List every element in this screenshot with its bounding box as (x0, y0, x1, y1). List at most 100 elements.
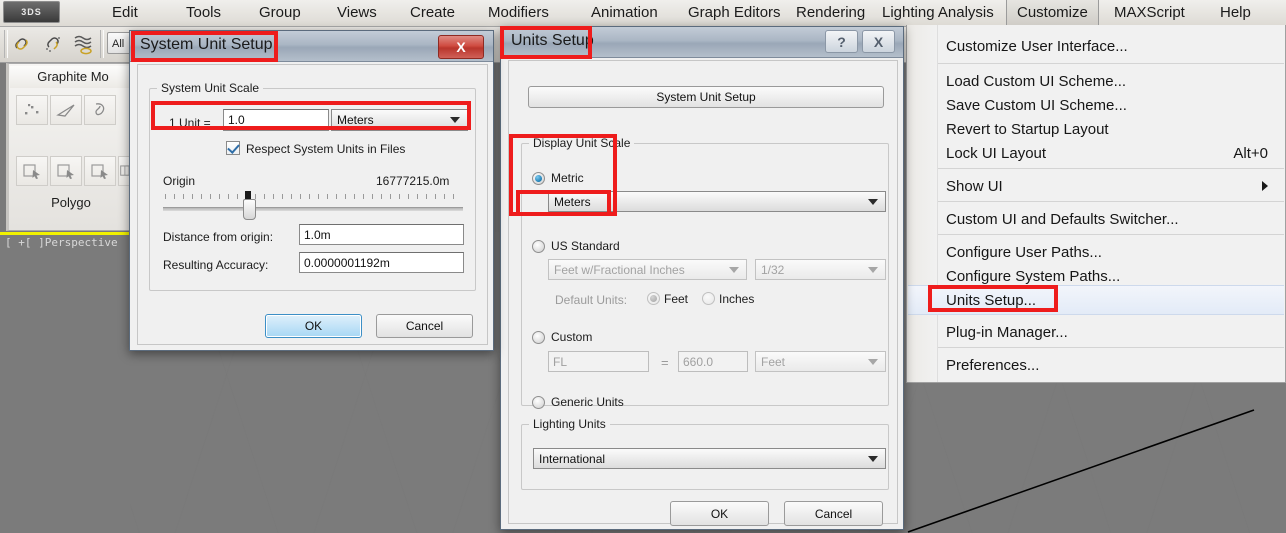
toolbar-separator (4, 30, 8, 58)
customize-dropdown-menu: Customize User Interface... Load Custom … (906, 25, 1286, 383)
menu-group[interactable]: Group (249, 0, 311, 26)
menu-help[interactable]: Help (1210, 0, 1261, 26)
menu-item-units-setup[interactable]: Units Setup... (908, 285, 1284, 315)
units-ok-button[interactable]: OK (670, 501, 769, 526)
label-generic-units: Generic Units (551, 395, 624, 409)
menu-item-label: Custom UI and Defaults Switcher... (946, 210, 1179, 228)
toolbar-separator-2 (100, 30, 104, 58)
menu-customize[interactable]: Customize (1006, 0, 1099, 26)
menu-separator (938, 234, 1284, 235)
lighting-units-legend: Lighting Units (529, 417, 610, 431)
menu-create[interactable]: Create (400, 0, 465, 26)
system-unit-scale-legend: System Unit Scale (157, 81, 264, 95)
viewport-label: [ +[ ]Perspective (5, 236, 118, 249)
link-icon[interactable] (10, 32, 36, 56)
menu-lighting-analysis[interactable]: Lighting Analysis (872, 0, 1004, 26)
chevron-down-icon (729, 266, 739, 273)
origin-slider-thumb[interactable] (243, 199, 256, 220)
custom-unit-base-combo[interactable]: Feet (755, 351, 886, 372)
chevron-down-icon (868, 358, 878, 365)
help-button[interactable]: ? (825, 30, 858, 53)
us-standard-format-combo[interactable]: Feet w/Fractional Inches (548, 259, 747, 280)
radio-default-feet[interactable] (647, 292, 660, 305)
value-origin: 16777215.0m (376, 174, 450, 188)
menu-item-label: Preferences... (946, 356, 1040, 374)
ribbon-select-box-2-button[interactable] (50, 156, 82, 186)
resulting-accuracy-input[interactable]: 0.0000001192m (299, 252, 464, 273)
menu-edit[interactable]: Edit (102, 0, 148, 26)
us-standard-fraction-combo[interactable]: 1/32 (755, 259, 886, 280)
radio-default-inches[interactable] (702, 292, 715, 305)
menu-item-label: Revert to Startup Layout (946, 120, 1109, 138)
radio-us-standard[interactable] (532, 240, 545, 253)
label-respect-system-units: Respect System Units in Files (246, 142, 406, 156)
chevron-down-icon (868, 198, 878, 205)
menu-graph-editors[interactable]: Graph Editors (678, 0, 791, 26)
us-standard-format-value: Feet w/Fractional Inches (554, 262, 685, 277)
label-distance-from-origin: Distance from origin: (163, 230, 274, 244)
chevron-down-icon (450, 117, 460, 123)
menu-item-plug-in-manager[interactable]: Plug-in Manager... (908, 317, 1284, 347)
menubar: 3DS Edit Tools Group Views Create Modifi… (0, 0, 1286, 27)
menu-animation[interactable]: Animation (581, 0, 668, 26)
menu-separator (938, 347, 1284, 348)
menu-tools[interactable]: Tools (176, 0, 231, 26)
metric-unit-combo-value: Meters (554, 194, 591, 209)
app-logo[interactable]: 3DS (3, 1, 60, 23)
origin-slider-ticks (165, 194, 461, 199)
menu-item-label: Units Setup... (946, 291, 1037, 309)
menu-modifiers[interactable]: Modifiers (478, 0, 559, 26)
display-unit-scale-legend: Display Unit Scale (529, 136, 635, 150)
system-unit-value-input[interactable]: 1.0 (223, 109, 329, 131)
units-cancel-button[interactable]: Cancel (784, 501, 883, 526)
menu-item-label: Configure System Paths... (946, 267, 1121, 285)
custom-unit-name-input[interactable]: FL (548, 351, 649, 372)
lighting-units-combo[interactable]: International (533, 448, 886, 469)
system-unit-setup-button[interactable]: System Unit Setup (528, 86, 884, 108)
menu-item-custom-ui-and-defaults-switcher[interactable]: Custom UI and Defaults Switcher... (908, 204, 1284, 234)
system-unit-setup-titlebar[interactable]: System Unit Setup X (130, 31, 493, 62)
menu-item-lock-ui-layout[interactable]: Lock UI Layout Alt+0 (908, 138, 1284, 168)
radio-metric[interactable] (532, 172, 545, 185)
origin-slider-marker (245, 191, 251, 199)
system-unit-cancel-button[interactable]: Cancel (376, 314, 473, 338)
unlink-icon[interactable] (41, 32, 67, 56)
bind-to-space-warp-icon[interactable] (72, 32, 98, 56)
radio-generic-units[interactable] (532, 396, 545, 409)
ribbon-select-box-button[interactable] (16, 156, 48, 186)
respect-system-units-checkbox[interactable] (226, 141, 240, 155)
label-origin: Origin (163, 174, 196, 188)
menu-views[interactable]: Views (327, 0, 387, 26)
ribbon-vertex-button[interactable] (16, 95, 48, 125)
system-unit-type-value: Meters (337, 113, 374, 127)
system-unit-ok-button[interactable]: OK (265, 314, 362, 338)
ribbon-element-button[interactable] (84, 95, 116, 125)
units-setup-titlebar[interactable]: Units Setup ? X (501, 27, 903, 58)
menu-maxscript[interactable]: MAXScript (1104, 0, 1195, 26)
chevron-down-icon (868, 266, 878, 273)
menu-item-preferences[interactable]: Preferences... (908, 350, 1284, 380)
origin-slider-track[interactable] (163, 207, 463, 211)
menu-item-label: Plug-in Manager... (946, 323, 1068, 341)
close-button[interactable]: X (438, 35, 484, 59)
units-setup-title: Units Setup (511, 32, 594, 49)
menu-item-customize-user-interface[interactable]: Customize User Interface... (908, 31, 1284, 61)
menu-item-label: Show UI (946, 177, 1003, 195)
system-unit-type-combo[interactable]: Meters (331, 109, 468, 131)
distance-from-origin-input[interactable]: 1.0m (299, 224, 464, 245)
menu-item-shortcut: Alt+0 (1233, 144, 1268, 162)
label-metric: Metric (551, 171, 584, 185)
custom-unit-base-value: Feet (761, 354, 786, 369)
radio-custom[interactable] (532, 331, 545, 344)
ribbon-polygon-button[interactable] (50, 95, 82, 125)
close-button[interactable]: X (862, 30, 895, 53)
metric-unit-combo[interactable]: Meters (548, 191, 886, 212)
menu-item-show-ui[interactable]: Show UI (908, 171, 1284, 201)
label-resulting-accuracy: Resulting Accuracy: (163, 258, 269, 272)
menu-separator (938, 63, 1284, 64)
custom-unit-value-input[interactable]: 660.0 (678, 351, 748, 372)
ribbon-select-box-3-button[interactable] (84, 156, 116, 186)
custom-equals-label: = (661, 355, 669, 370)
menu-rendering[interactable]: Rendering (786, 0, 875, 26)
menu-item-label: Lock UI Layout (946, 144, 1047, 162)
